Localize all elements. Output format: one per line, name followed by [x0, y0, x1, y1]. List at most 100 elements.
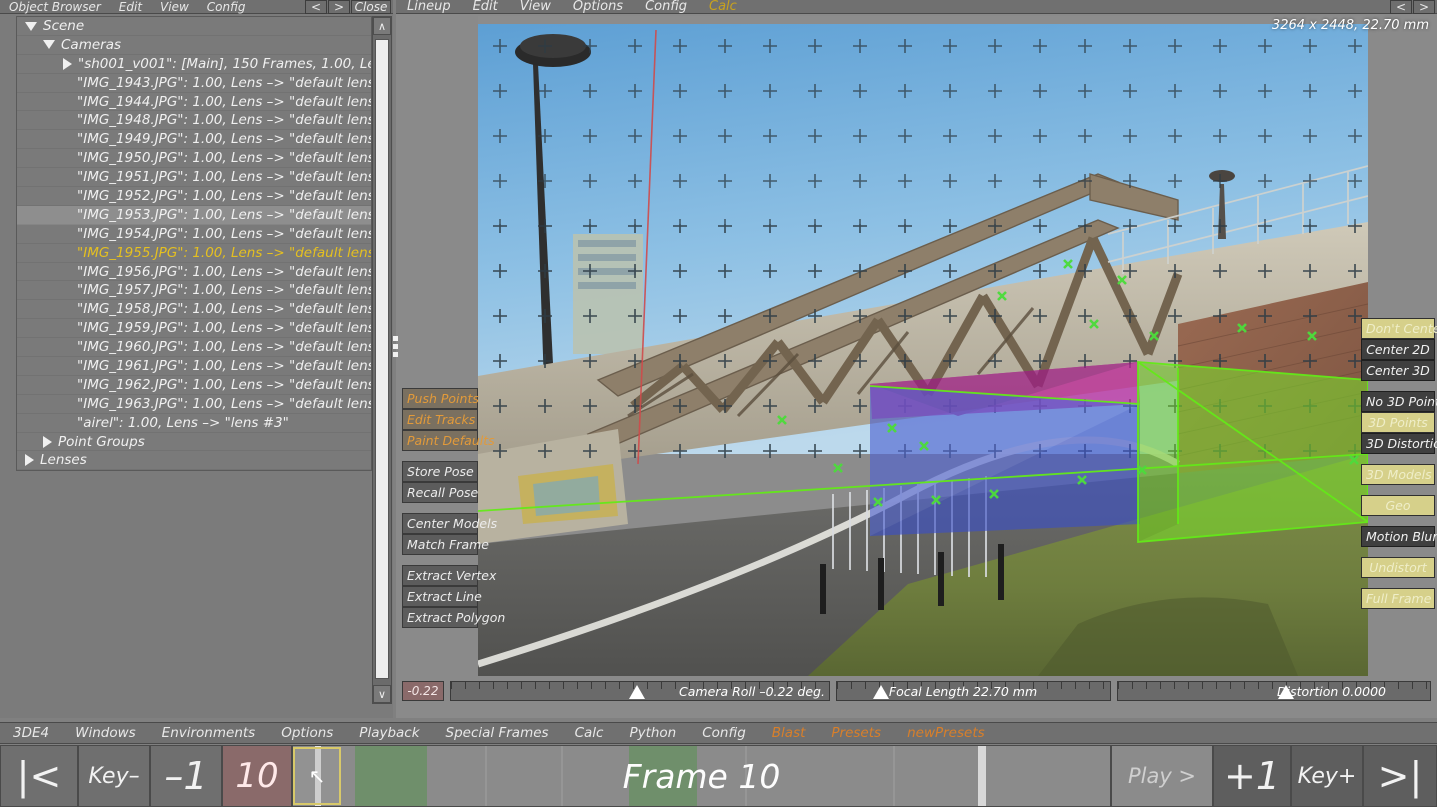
3d-models-button[interactable]: 3D Models — [1361, 464, 1435, 485]
tree-row[interactable]: "IMG_1954.JPG": 1.00, Lens –> "default l… — [17, 225, 371, 244]
tree-row[interactable]: "IMG_1944.JPG": 1.00, Lens –> "default l… — [17, 93, 371, 112]
tree-row[interactable]: "IMG_1958.JPG": 1.00, Lens –> "default l… — [17, 300, 371, 320]
goto-start-button[interactable]: |< — [0, 745, 78, 807]
object-browser-scrollbar[interactable]: ∧ ∨ — [372, 16, 392, 704]
3d-points-button[interactable]: 3D Points — [1361, 412, 1435, 433]
prev-key-button[interactable]: Key– — [78, 745, 150, 807]
tree-row[interactable]: "IMG_1963.JPG": 1.00, Lens –> "default l… — [17, 395, 371, 414]
no-3d-points-button[interactable]: No 3D Points — [1361, 391, 1437, 412]
step-back-button[interactable]: –1 — [150, 745, 222, 807]
step-forward-button[interactable]: +1 — [1213, 745, 1291, 807]
panel-drag-handle[interactable] — [392, 333, 400, 373]
don-t-center-button[interactable]: Don't Center — [1361, 318, 1437, 339]
slider-handle-icon[interactable] — [628, 685, 645, 699]
app-menu-item-3de4[interactable]: 3DE4 — [0, 722, 62, 744]
scroll-up-arrow-icon[interactable]: ∧ — [373, 17, 391, 35]
app-menu-item-blast[interactable]: Blast — [759, 722, 819, 744]
current-frame-field[interactable]: 10 — [222, 745, 292, 807]
edit-tracks-button[interactable]: Edit Tracks — [402, 409, 478, 430]
app-menu-item-config[interactable]: Config — [689, 722, 759, 744]
app-menu-item-newpresets[interactable]: newPresets — [894, 722, 998, 744]
tree-row[interactable]: "IMG_1959.JPG": 1.00, Lens –> "default l… — [17, 319, 371, 339]
menu-item-config[interactable]: Config — [634, 0, 698, 15]
match-frame-button[interactable]: Match Frame — [402, 534, 489, 555]
menu-item-edit[interactable]: Edit — [462, 0, 509, 15]
tree-row[interactable]: "IMG_1955.JPG": 1.00, Lens –> "default l… — [17, 244, 371, 263]
extract-polygon-button[interactable]: Extract Polygon — [402, 607, 505, 628]
tree-row[interactable]: "IMG_1953.JPG": 1.00, Lens –> "default l… — [17, 205, 371, 225]
center-2d-button[interactable]: Center 2D — [1361, 339, 1435, 360]
menu-item-options[interactable]: Options — [562, 0, 634, 15]
3d-distortion-button[interactable]: 3D Distortion — [1361, 433, 1437, 454]
timeline-playhead[interactable]: ↖ — [293, 747, 341, 805]
menu-item-object-browser[interactable]: Object Browser — [0, 0, 110, 15]
app-menu-item-options[interactable]: Options — [268, 722, 346, 744]
goto-end-button[interactable]: >| — [1363, 745, 1437, 807]
tree-row[interactable]: "IMG_1951.JPG": 1.00, Lens –> "default l… — [17, 168, 371, 188]
app-menu-item-environments[interactable]: Environments — [149, 722, 269, 744]
tree-row[interactable]: Lenses — [17, 451, 371, 470]
scroll-down-arrow-icon[interactable]: ∨ — [373, 685, 391, 703]
push-points-button[interactable]: Push Points — [402, 388, 479, 409]
prev-window-button[interactable]: < — [1390, 0, 1412, 14]
menu-item-view[interactable]: View — [151, 0, 198, 15]
app-menu-item-python[interactable]: Python — [616, 722, 689, 744]
next-window-button[interactable]: > — [328, 0, 350, 14]
app-menu-item-special-frames[interactable]: Special Frames — [433, 722, 562, 744]
tree-row[interactable]: "IMG_1948.JPG": 1.00, Lens –> "default l… — [17, 111, 371, 131]
chevron-right-icon[interactable] — [63, 57, 72, 70]
close-window-button[interactable]: Close — [351, 0, 391, 14]
tree-row[interactable]: Point Groups — [17, 433, 371, 452]
camera-roll-value-field[interactable]: -0.22 — [402, 681, 444, 701]
extract-line-button[interactable]: Extract Line — [402, 586, 482, 607]
tree-row[interactable]: "IMG_1960.JPG": 1.00, Lens –> "default l… — [17, 338, 371, 358]
tree-row[interactable]: Cameras — [17, 36, 371, 55]
image-canvas[interactable] — [478, 16, 1368, 676]
tree-row[interactable]: "IMG_1957.JPG": 1.00, Lens –> "default l… — [17, 281, 371, 301]
geo-button[interactable]: Geo — [1361, 495, 1435, 516]
camera-roll-slider[interactable]: Camera Roll –0.22 deg. — [449, 681, 830, 701]
menu-item-calc[interactable]: Calc — [698, 0, 748, 15]
chevron-right-icon[interactable] — [43, 435, 52, 448]
chevron-down-icon[interactable] — [25, 21, 37, 31]
full-frame-button[interactable]: Full Frame — [1361, 588, 1435, 609]
tree-row[interactable]: "IMG_1956.JPG": 1.00, Lens –> "default l… — [17, 263, 371, 282]
tree-row[interactable]: "IMG_1952.JPG": 1.00, Lens –> "default l… — [17, 187, 371, 206]
center-models-button[interactable]: Center Models — [402, 513, 497, 534]
motion-blur-button[interactable]: Motion Blur — [1361, 526, 1437, 547]
timeline-track[interactable]: Frame 10 ↖ — [292, 745, 1111, 807]
tree-row[interactable]: "IMG_1950.JPG": 1.00, Lens –> "default l… — [17, 149, 371, 169]
chevron-down-icon[interactable] — [43, 40, 55, 50]
app-menu-item-windows[interactable]: Windows — [62, 722, 149, 744]
next-window-button[interactable]: > — [1413, 0, 1435, 14]
app-menu-item-playback[interactable]: Playback — [346, 722, 432, 744]
undistort-button[interactable]: Undistort — [1361, 557, 1435, 578]
menu-item-view[interactable]: View — [509, 0, 562, 15]
app-menu-item-presets[interactable]: Presets — [818, 722, 894, 744]
focal-length-slider[interactable]: Focal Length 22.70 mm — [835, 681, 1112, 701]
paint-defaults-button[interactable]: Paint Defaults — [402, 430, 495, 451]
object-browser-tree[interactable]: Scene Cameras "sh001_v001": [Main], 150 Fr… — [16, 16, 372, 471]
play-button[interactable]: Play > — [1111, 745, 1213, 807]
tree-row[interactable]: "IMG_1943.JPG": 1.00, Lens –> "default l… — [17, 74, 371, 93]
tree-row[interactable]: "sh001_v001": [Main], 150 Frames, 1.00, … — [17, 55, 371, 74]
tree-row[interactable]: "airel": 1.00, Lens –> "lens #3" — [17, 414, 371, 433]
prev-window-button[interactable]: < — [305, 0, 327, 14]
tree-row[interactable]: Scene — [17, 17, 371, 36]
app-menu-item-calc[interactable]: Calc — [562, 722, 617, 744]
distortion-slider[interactable]: Distortion 0.0000 — [1117, 681, 1431, 701]
menu-item-lineup[interactable]: Lineup — [396, 0, 462, 15]
center-3d-button[interactable]: Center 3D — [1361, 360, 1435, 381]
tree-row[interactable]: "IMG_1949.JPG": 1.00, Lens –> "default l… — [17, 130, 371, 150]
menu-item-edit[interactable]: Edit — [110, 0, 151, 15]
menu-item-config[interactable]: Config — [198, 0, 255, 15]
slider-handle-icon[interactable] — [872, 685, 889, 699]
tree-row[interactable]: "IMG_1962.JPG": 1.00, Lens –> "default l… — [17, 376, 371, 395]
recall-pose-button[interactable]: Recall Pose — [402, 482, 478, 503]
scrollbar-thumb[interactable] — [375, 39, 389, 679]
next-key-button[interactable]: Key+ — [1291, 745, 1363, 807]
chevron-right-icon[interactable] — [25, 454, 34, 467]
tree-row[interactable]: "IMG_1961.JPG": 1.00, Lens –> "default l… — [17, 357, 371, 376]
store-pose-button[interactable]: Store Pose — [402, 461, 478, 482]
extract-vertex-button[interactable]: Extract Vertex — [402, 565, 496, 586]
